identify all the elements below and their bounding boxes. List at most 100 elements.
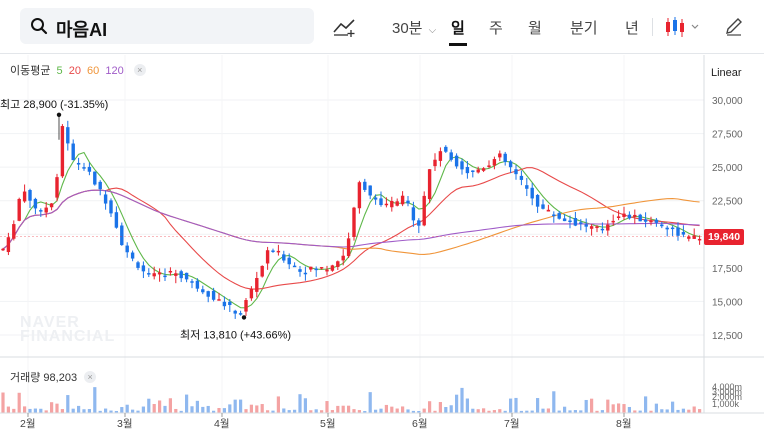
volume-bar: [185, 394, 189, 413]
volume-bar: [444, 407, 448, 413]
chevron-down-icon: ⌵: [428, 25, 437, 36]
volume-bar: [93, 387, 97, 413]
candle: [309, 266, 313, 272]
candle: [606, 219, 610, 236]
x-tick-label: 7월: [504, 418, 520, 430]
close-icon[interactable]: ×: [133, 64, 146, 76]
ma-20[interactable]: 20: [69, 65, 81, 77]
volume-bar: [147, 398, 151, 413]
candle: [622, 206, 626, 220]
candle: [66, 120, 70, 151]
candle: [481, 167, 486, 173]
ma-5[interactable]: 5: [57, 65, 63, 77]
volume-bar: [384, 404, 388, 413]
candle: [276, 244, 281, 256]
candle: [190, 278, 194, 289]
candle: [352, 206, 356, 241]
candle: [120, 222, 124, 246]
volume-bar: [654, 403, 658, 413]
close-icon[interactable]: ×: [84, 371, 97, 383]
candle: [471, 170, 475, 178]
volume-bar: [692, 406, 696, 413]
tab-day[interactable]: 일: [449, 17, 467, 46]
candle: [93, 171, 97, 186]
volume-bars: [1, 387, 702, 413]
candle: [282, 250, 286, 263]
volume-bar: [541, 408, 545, 413]
watermark: NAVER FINANCIAL: [20, 315, 115, 345]
volume-bar: [347, 405, 351, 413]
ma-line-5: [2, 151, 700, 309]
tab-month[interactable]: 월: [528, 17, 542, 38]
volume-bar: [681, 408, 685, 413]
volume-bar: [395, 408, 399, 413]
search-box[interactable]: 마음AI: [20, 8, 314, 44]
volume-bar: [698, 409, 702, 413]
moving-average-lines: [2, 151, 700, 309]
x-tick-label: 6월: [412, 418, 428, 430]
candle: [406, 195, 410, 207]
candles: [1, 120, 702, 319]
volume-bar: [482, 408, 486, 413]
candle: [109, 198, 113, 217]
volume-bar: [190, 406, 194, 413]
x-tick-label: 2월: [20, 418, 36, 430]
candle: [201, 285, 205, 295]
compare-chart-icon[interactable]: [332, 16, 358, 38]
volume-bar: [498, 409, 502, 413]
candle: [616, 210, 621, 221]
toolbar: 마음AI 30분 ⌵ 일 주 월 분기 년: [0, 0, 764, 54]
volume-bar: [471, 408, 475, 413]
volume-bar: [552, 391, 556, 413]
volume-bar: [303, 398, 307, 413]
interval-select[interactable]: 30분 ⌵: [392, 17, 436, 38]
ma-title: 이동평균: [10, 65, 51, 77]
candle: [55, 173, 59, 202]
tab-year[interactable]: 년: [625, 17, 639, 38]
candle: [584, 218, 588, 233]
volume-bar: [131, 409, 135, 413]
volume-bar: [282, 408, 286, 413]
candle: [400, 191, 405, 207]
candle: [444, 145, 448, 154]
volume-bar: [276, 396, 280, 413]
candle: [654, 217, 659, 227]
x-tick-label: 3월: [117, 418, 133, 430]
pencil-icon[interactable]: [724, 16, 744, 36]
price-chart[interactable]: 30,00027,50025,00022,50020,00017,50015,0…: [0, 55, 764, 433]
candle: [114, 206, 119, 229]
volume-bar: [233, 399, 237, 413]
volume-bar: [158, 400, 162, 413]
volume-bar: [325, 401, 329, 413]
ma-60[interactable]: 60: [87, 65, 99, 77]
y-tick-label: 22,500: [712, 197, 743, 208]
volume-bar: [12, 408, 16, 413]
volume-bar: [341, 405, 345, 413]
volume-bar: [50, 402, 54, 413]
scale-type-label[interactable]: Linear: [711, 67, 742, 79]
volume-bar: [352, 409, 356, 413]
volume-bar: [120, 407, 124, 413]
candle: [649, 216, 653, 226]
ma-line-120: [2, 189, 700, 250]
volume-bar: [23, 406, 27, 413]
candlestick-type-icon[interactable]: [664, 15, 704, 39]
volume-bar: [33, 408, 37, 413]
tab-quarter[interactable]: 분기: [570, 17, 598, 38]
candle: [141, 261, 146, 279]
candle: [438, 147, 443, 167]
candle: [460, 158, 464, 175]
tab-week[interactable]: 주: [489, 17, 503, 38]
candle: [260, 265, 264, 278]
ma-120[interactable]: 120: [105, 65, 123, 77]
candle: [244, 297, 248, 316]
volume-bar: [428, 401, 432, 413]
volume-bar: [228, 404, 232, 413]
volume-bar: [222, 408, 226, 413]
volume-bar: [104, 408, 108, 413]
candle: [692, 228, 696, 239]
volume-bar: [590, 398, 594, 413]
candle: [454, 153, 459, 169]
volume-bar: [152, 404, 156, 413]
candle: [233, 309, 237, 319]
